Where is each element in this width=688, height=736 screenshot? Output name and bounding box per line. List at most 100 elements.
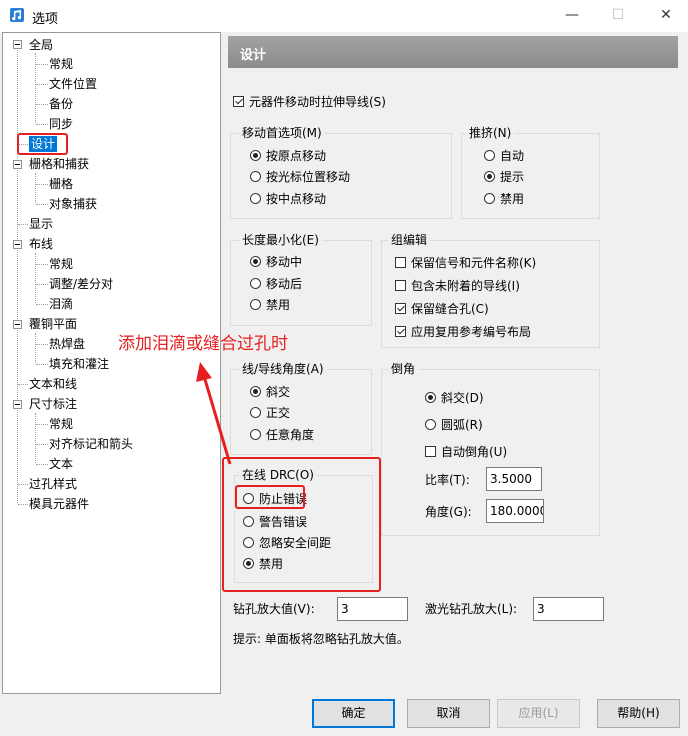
panel-title: 设计: [240, 48, 267, 63]
laser-oversize-label: 激光钻孔放大(L):: [425, 602, 518, 616]
minimize-button[interactable]: —: [552, 2, 592, 28]
angle-diagonal-label[interactable]: 斜交: [266, 384, 290, 400]
laser-oversize-input[interactable]: 3: [533, 597, 604, 621]
angle-orthogonal-label[interactable]: 正交: [266, 405, 290, 421]
maximize-button[interactable]: ☐: [598, 2, 638, 28]
keep-stitching-vias-label[interactable]: 保留缝合孔(C): [411, 301, 489, 317]
hint-text: 提示: 单面板将忽略钻孔放大值。: [233, 632, 409, 646]
move-by-cursor-radio[interactable]: [250, 171, 261, 182]
app-icon: [10, 8, 24, 22]
length-min-disable-label[interactable]: 禁用: [266, 297, 290, 313]
drill-oversize-input[interactable]: 3: [337, 597, 408, 621]
angle-any-label[interactable]: 任意角度: [266, 427, 314, 443]
tree-node-text-lines[interactable]: 文本和线: [29, 376, 77, 392]
options-tree[interactable]: 全局 常规 文件位置 备份 同步 设计 栅格和捕获 栅格 对象捕获 显示 布线 …: [2, 32, 221, 694]
include-unattached-traces-checkbox[interactable]: [395, 280, 406, 291]
move-by-origin-label[interactable]: 按原点移动: [266, 148, 326, 164]
tree-collapse-toggle[interactable]: [13, 400, 22, 409]
tree-node-fill-flood[interactable]: 填充和灌注: [49, 356, 109, 372]
keep-signal-names-label[interactable]: 保留信号和元件名称(K): [411, 255, 536, 271]
tree-node-dim-text[interactable]: 文本: [49, 456, 73, 472]
chamfer-angle-label: 角度(G):: [425, 505, 472, 519]
push-legend: 推挤(N): [466, 126, 515, 140]
tree-node-display[interactable]: 显示: [29, 216, 53, 232]
length-minimization-legend: 长度最小化(E): [239, 233, 322, 247]
tree-collapse-toggle[interactable]: [13, 320, 22, 329]
move-preference-legend: 移动首选项(M): [239, 126, 325, 140]
tree-connector: [35, 173, 36, 203]
auto-chamfer-checkbox[interactable]: [425, 446, 436, 457]
tree-node-general[interactable]: 常规: [49, 56, 73, 72]
chamfer-legend: 倒角: [388, 362, 419, 376]
cancel-button[interactable]: 取消: [407, 699, 490, 728]
tree-node-file-locations[interactable]: 文件位置: [49, 76, 97, 92]
push-prompt-label[interactable]: 提示: [500, 169, 524, 185]
line-angle-legend: 线/导线角度(A): [239, 362, 327, 376]
stretch-traces-checkbox[interactable]: [233, 96, 244, 107]
tree-node-dim-general[interactable]: 常规: [49, 416, 73, 432]
tree-collapse-toggle[interactable]: [13, 160, 22, 169]
chamfer-angle-input[interactable]: 180.0000: [486, 499, 544, 523]
angle-any-radio[interactable]: [250, 429, 261, 440]
tree-node-sync[interactable]: 同步: [49, 116, 73, 132]
annotation-highlight-design: [17, 133, 68, 155]
push-group: [461, 133, 600, 219]
chamfer-ratio-label: 比率(T):: [425, 473, 470, 487]
tree-node-die-components[interactable]: 模具元器件: [29, 496, 89, 512]
tree-node-routing-general[interactable]: 常规: [49, 256, 73, 272]
tree-node-tuning-diffpairs[interactable]: 调整/差分对: [49, 276, 113, 292]
push-prompt-radio[interactable]: [484, 171, 495, 182]
move-by-midpoint-radio[interactable]: [250, 193, 261, 204]
push-auto-radio[interactable]: [484, 150, 495, 161]
length-min-during-radio[interactable]: [250, 256, 261, 267]
tree-node-object-snap[interactable]: 对象捕获: [49, 196, 97, 212]
tree-node-backup[interactable]: 备份: [49, 96, 73, 112]
apply-reuse-refdes-checkbox[interactable]: [395, 326, 406, 337]
chamfer-arc-radio[interactable]: [425, 419, 436, 430]
tree-connector: [35, 413, 36, 463]
length-min-during-label[interactable]: 移动中: [266, 254, 302, 270]
close-button[interactable]: ✕: [646, 2, 686, 28]
tree-node-grids-snap[interactable]: 栅格和捕获: [29, 156, 89, 172]
tree-collapse-toggle[interactable]: [13, 40, 22, 49]
chamfer-diagonal-label[interactable]: 斜交(D): [441, 390, 484, 406]
tree-node-via-styles[interactable]: 过孔样式: [29, 476, 77, 492]
apply-reuse-refdes-label[interactable]: 应用复用参考编号布局: [411, 324, 531, 340]
keep-signal-names-checkbox[interactable]: [395, 257, 406, 268]
apply-button[interactable]: 应用(L): [497, 699, 580, 728]
move-by-midpoint-label[interactable]: 按中点移动: [266, 191, 326, 207]
angle-orthogonal-radio[interactable]: [250, 407, 261, 418]
include-unattached-traces-label[interactable]: 包含未附着的导线(I): [411, 278, 520, 294]
annotation-highlight-drc: [222, 457, 381, 592]
group-edit-legend: 组编辑: [388, 233, 431, 247]
tree-node-routing[interactable]: 布线: [29, 236, 53, 252]
length-min-disable-radio[interactable]: [250, 299, 261, 310]
drill-oversize-label: 钻孔放大值(V):: [233, 602, 315, 616]
ok-button[interactable]: 确定: [312, 699, 395, 728]
length-min-after-radio[interactable]: [250, 278, 261, 289]
chamfer-arc-label[interactable]: 圆弧(R): [441, 417, 483, 433]
tree-node-align-markers-arrows[interactable]: 对齐标记和箭头: [49, 436, 133, 452]
keep-stitching-vias-checkbox[interactable]: [395, 303, 406, 314]
tree-node-dimensioning[interactable]: 尺寸标注: [29, 396, 77, 412]
tree-node-teardrops[interactable]: 泪滴: [49, 296, 73, 312]
chamfer-ratio-input[interactable]: 3.5000: [486, 467, 542, 491]
angle-diagonal-radio[interactable]: [250, 386, 261, 397]
help-button[interactable]: 帮助(H): [597, 699, 680, 728]
tree-node-thermals[interactable]: 热焊盘: [49, 336, 85, 352]
move-by-origin-radio[interactable]: [250, 150, 261, 161]
tree-node-grids[interactable]: 栅格: [49, 176, 73, 192]
tree-collapse-toggle[interactable]: [13, 240, 22, 249]
move-by-cursor-label[interactable]: 按光标位置移动: [266, 169, 350, 185]
auto-chamfer-label[interactable]: 自动倒角(U): [441, 444, 507, 460]
annotation-arrow-icon: [196, 362, 232, 465]
tree-connector: [35, 333, 36, 363]
chamfer-diagonal-radio[interactable]: [425, 392, 436, 403]
stretch-traces-label[interactable]: 元器件移动时拉伸导线(S): [249, 94, 386, 110]
push-auto-label[interactable]: 自动: [500, 148, 524, 164]
tree-node-global[interactable]: 全局: [29, 37, 53, 53]
push-disable-label[interactable]: 禁用: [500, 191, 524, 207]
length-min-after-label[interactable]: 移动后: [266, 276, 302, 292]
push-disable-radio[interactable]: [484, 193, 495, 204]
tree-node-copper-planes[interactable]: 覆铜平面: [29, 316, 77, 332]
